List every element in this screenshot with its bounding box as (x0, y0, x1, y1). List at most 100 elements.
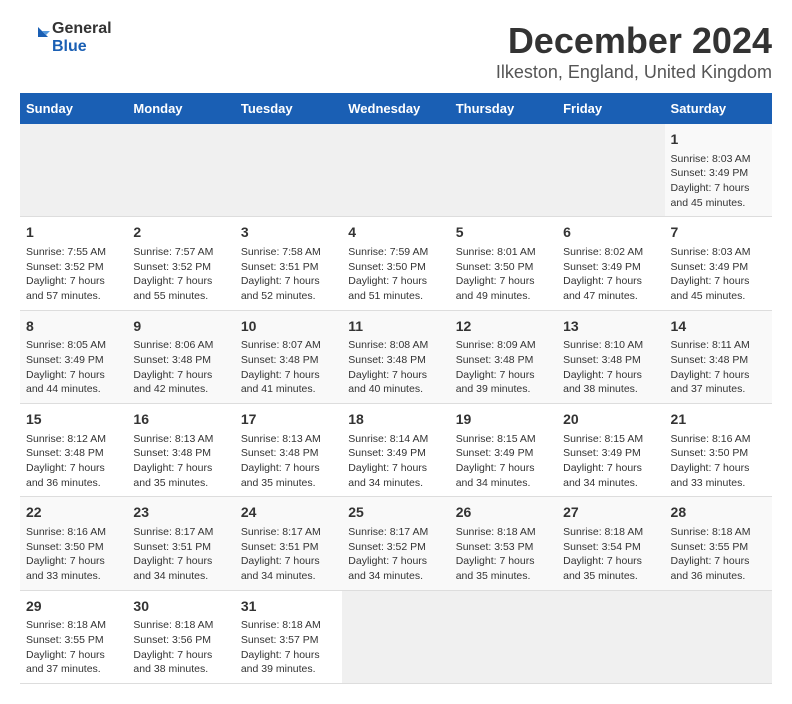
calendar-cell: 3Sunrise: 7:58 AMSunset: 3:51 PMDaylight… (235, 217, 342, 310)
day-number: 24 (241, 503, 336, 523)
calendar-cell: 1Sunrise: 8:03 AMSunset: 3:49 PMDaylight… (665, 124, 772, 217)
sunset: Sunset: 3:52 PM (348, 541, 426, 553)
calendar-cell (450, 124, 557, 217)
header-tuesday: Tuesday (235, 93, 342, 124)
page-subtitle: Ilkeston, England, United Kingdom (496, 62, 772, 83)
day-number: 23 (133, 503, 228, 523)
sunset: Sunset: 3:51 PM (133, 541, 211, 553)
calendar-cell: 6Sunrise: 8:02 AMSunset: 3:49 PMDaylight… (557, 217, 664, 310)
day-number: 10 (241, 317, 336, 337)
sunset: Sunset: 3:50 PM (456, 261, 534, 273)
calendar-cell: 16Sunrise: 8:13 AMSunset: 3:48 PMDayligh… (127, 404, 234, 497)
calendar-cell: 19Sunrise: 8:15 AMSunset: 3:49 PMDayligh… (450, 404, 557, 497)
day-number: 4 (348, 223, 443, 243)
daylight-minutes: and 35 minutes. (241, 477, 316, 489)
title-section: December 2024 Ilkeston, England, United … (496, 20, 772, 83)
sunrise: Sunrise: 8:06 AM (133, 339, 213, 351)
day-number: 22 (26, 503, 121, 523)
calendar-cell: 25Sunrise: 8:17 AMSunset: 3:52 PMDayligh… (342, 497, 449, 590)
page-title: December 2024 (496, 20, 772, 62)
daylight: Daylight: 7 hours (26, 369, 105, 381)
sunset: Sunset: 3:49 PM (456, 447, 534, 459)
daylight: Daylight: 7 hours (133, 369, 212, 381)
daylight-minutes: and 39 minutes. (241, 663, 316, 675)
daylight-minutes: and 42 minutes. (133, 383, 208, 395)
sunrise: Sunrise: 8:11 AM (671, 339, 750, 351)
daylight: Daylight: 7 hours (671, 462, 750, 474)
sunrise: Sunrise: 8:18 AM (133, 619, 213, 631)
daylight-minutes: and 37 minutes. (26, 663, 101, 675)
calendar-cell: 23 Sunrise: 8:17 AM Sunset: 3:51 PM Dayligh… (127, 497, 234, 590)
calendar-cell: 15Sunrise: 8:12 AMSunset: 3:48 PMDayligh… (20, 404, 127, 497)
daylight: Daylight: 7 hours (348, 369, 427, 381)
daylight: Daylight: 7 hours (563, 369, 642, 381)
calendar-week-0: 1Sunrise: 8:03 AMSunset: 3:49 PMDaylight… (20, 124, 772, 217)
day-number: 28 (671, 503, 766, 523)
calendar-cell: 11Sunrise: 8:08 AMSunset: 3:48 PMDayligh… (342, 310, 449, 403)
calendar-table: SundayMondayTuesdayWednesdayThursdayFrid… (20, 93, 772, 684)
daylight: Daylight: 7 hours (26, 462, 105, 474)
daylight: Daylight: 7 hours (563, 462, 642, 474)
daylight: Daylight: 7 hours (241, 555, 320, 567)
daylight: Daylight: 7 hours (133, 275, 212, 287)
sunset: Sunset: 3:48 PM (133, 447, 211, 459)
daylight: Daylight: 7 hours (671, 182, 750, 194)
calendar-cell (665, 590, 772, 683)
daylight-minutes: and 40 minutes. (348, 383, 423, 395)
sunrise: Sunrise: 8:18 AM (241, 619, 321, 631)
day-number: 1 (26, 223, 121, 243)
daylight: Daylight: 7 hours (563, 555, 642, 567)
daylight: Daylight: 7 hours (671, 369, 750, 381)
daylight-minutes: and 38 minutes. (563, 383, 638, 395)
sunrise: Sunrise: 8:14 AM (348, 433, 428, 445)
sunrise: Sunrise: 8:01 AM (456, 246, 536, 258)
sunrise: Sunrise: 8:18 AM (456, 526, 536, 538)
sunset: Sunset: 3:52 PM (26, 261, 104, 273)
daylight-minutes: and 34 minutes. (348, 570, 423, 582)
daylight: Daylight: 7 hours (133, 555, 212, 567)
calendar-week-2: 8Sunrise: 8:05 AMSunset: 3:49 PMDaylight… (20, 310, 772, 403)
daylight: Daylight: 7 hours (241, 369, 320, 381)
daylight-minutes: and 37 minutes. (671, 383, 746, 395)
header-sunday: Sunday (20, 93, 127, 124)
day-number: 17 (241, 410, 336, 430)
calendar-cell (557, 590, 664, 683)
daylight-minutes: and 35 minutes. (456, 570, 531, 582)
calendar-cell: 18Sunrise: 8:14 AMSunset: 3:49 PMDayligh… (342, 404, 449, 497)
sunset: Sunset: 3:49 PM (563, 447, 641, 459)
sunset: Sunset: 3:48 PM (348, 354, 426, 366)
calendar-cell: 5Sunrise: 8:01 AMSunset: 3:50 PMDaylight… (450, 217, 557, 310)
day-number: 9 (133, 317, 228, 337)
sunset: Sunset: 3:55 PM (26, 634, 104, 646)
daylight-minutes: and 45 minutes. (671, 290, 746, 302)
daylight-minutes: and 41 minutes. (241, 383, 316, 395)
calendar-cell (557, 124, 664, 217)
day-number: 31 (241, 597, 336, 617)
sunset: Sunset: 3:56 PM (133, 634, 211, 646)
sunset: Sunset: 3:50 PM (671, 447, 749, 459)
daylight-minutes: and 34 minutes. (563, 477, 638, 489)
sunrise: Sunrise: 8:15 AM (456, 433, 536, 445)
sunset: Sunset: 3:49 PM (348, 447, 426, 459)
daylight-minutes: and 35 minutes. (133, 477, 208, 489)
sunrise: Sunrise: 8:17 AM (133, 526, 213, 538)
sunset: Sunset: 3:49 PM (563, 261, 641, 273)
sunrise: Sunrise: 8:08 AM (348, 339, 428, 351)
sunrise: Sunrise: 8:17 AM (241, 526, 321, 538)
daylight-minutes: and 34 minutes. (241, 570, 316, 582)
sunset: Sunset: 3:49 PM (671, 167, 749, 179)
logo-text-line1: General (52, 20, 112, 38)
calendar-cell (235, 124, 342, 217)
day-number: 18 (348, 410, 443, 430)
calendar-cell: 13Sunrise: 8:10 AMSunset: 3:48 PMDayligh… (557, 310, 664, 403)
daylight: Daylight: 7 hours (26, 649, 105, 661)
daylight: Daylight: 7 hours (241, 462, 320, 474)
header-row: SundayMondayTuesdayWednesdayThursdayFrid… (20, 93, 772, 124)
sunrise: Sunrise: 8:15 AM (563, 433, 643, 445)
sunset: Sunset: 3:48 PM (563, 354, 641, 366)
sunrise: Sunrise: 7:59 AM (348, 246, 428, 258)
day-number: 3 (241, 223, 336, 243)
sunrise: Sunrise: 8:12 AM (26, 433, 106, 445)
calendar-week-1: 1Sunrise: 7:55 AMSunset: 3:52 PMDaylight… (20, 217, 772, 310)
header-saturday: Saturday (665, 93, 772, 124)
